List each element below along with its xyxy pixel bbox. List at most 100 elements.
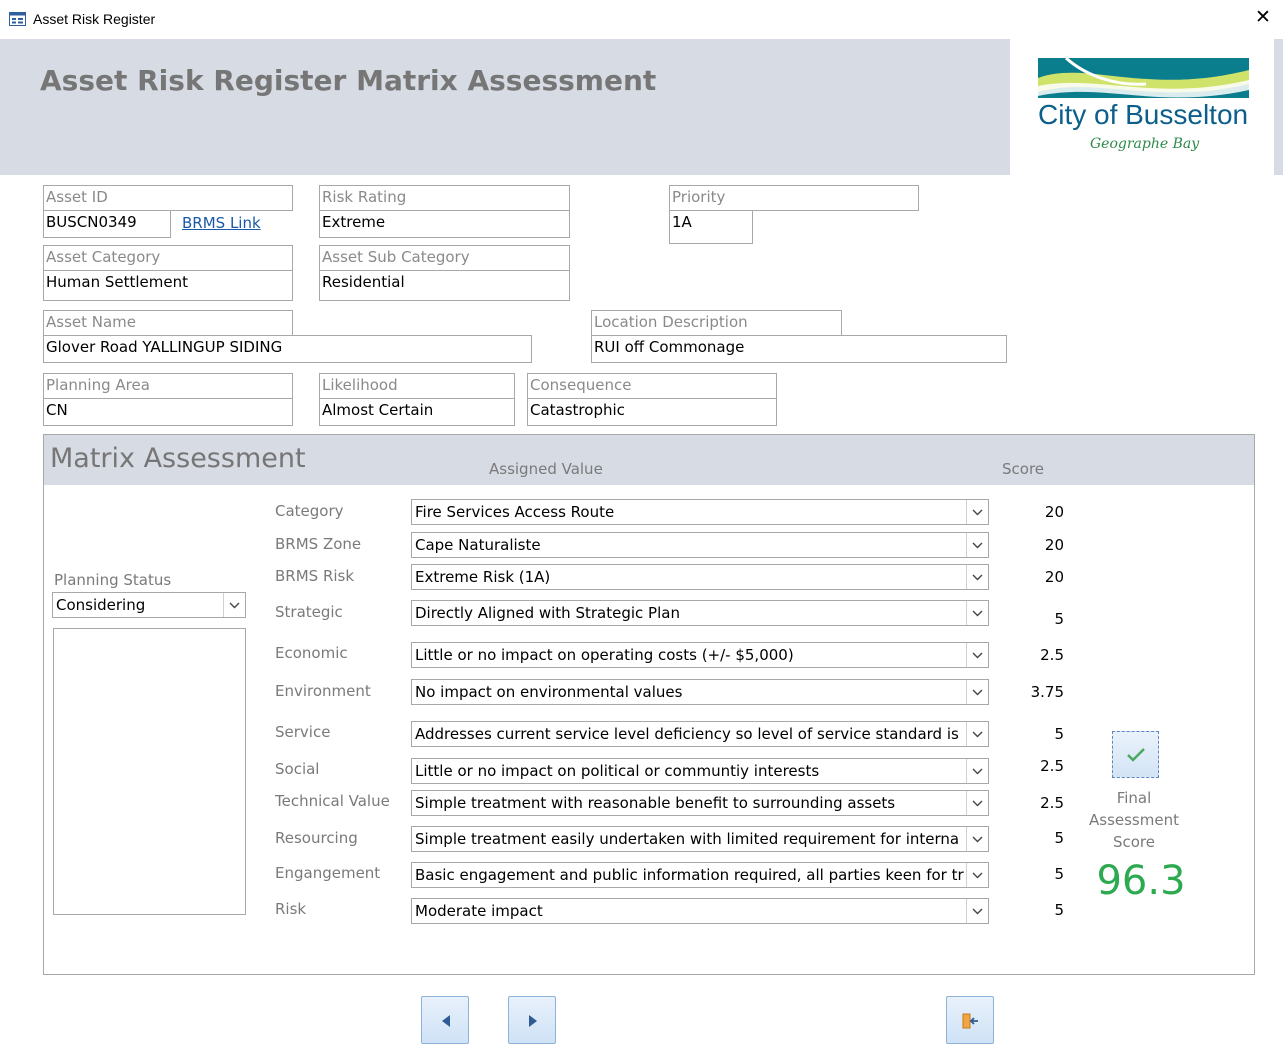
page-title: Asset Risk Register Matrix Assessment <box>40 64 657 97</box>
row-label-brms-zone: BRMS Zone <box>275 535 362 553</box>
chevron-down-icon[interactable] <box>966 565 988 589</box>
chevron-down-icon[interactable] <box>966 500 988 524</box>
chevron-down-icon[interactable] <box>966 791 988 815</box>
likelihood-field[interactable]: Almost Certain <box>319 398 515 426</box>
likelihood-label: Likelihood <box>319 373 515 399</box>
chevron-down-icon[interactable] <box>966 643 988 667</box>
score-category: 20 <box>1044 503 1064 521</box>
triangle-left-icon <box>442 1015 450 1027</box>
row-label-service: Service <box>275 723 331 741</box>
planning-status-select[interactable]: Considering <box>52 592 246 618</box>
matrix-title: Matrix Assessment <box>50 443 306 474</box>
strategic-value: Directly Aligned with Strategic Plan <box>415 604 680 622</box>
score-resourcing: 5 <box>1054 829 1064 847</box>
chevron-down-icon[interactable] <box>966 827 988 851</box>
risk-rating-field[interactable]: Extreme <box>319 210 570 238</box>
window-title: Asset Risk Register <box>33 11 156 27</box>
priority-label: Priority <box>669 185 919 211</box>
consequence-label: Consequence <box>527 373 777 399</box>
logo: City of Busselton Geographe Bay <box>1010 39 1274 175</box>
resourcing-value: Simple treatment easily undertaken with … <box>415 830 960 848</box>
score-social: 2.5 <box>1040 757 1064 775</box>
row-label-social: Social <box>275 760 320 778</box>
risk-select[interactable]: Moderate impact <box>411 898 989 924</box>
category-select[interactable]: Fire Services Access Route <box>411 499 989 525</box>
brms-link[interactable]: BRMS Link <box>182 214 261 232</box>
row-label-strategic: Strategic <box>275 603 343 621</box>
resourcing-select[interactable]: Simple treatment easily undertaken with … <box>411 826 989 852</box>
technical-value-select[interactable]: Simple treatment with reasonable benefit… <box>411 790 989 816</box>
asset-category-field[interactable]: Human Settlement <box>43 270 293 301</box>
window-title-bar <box>0 0 1283 39</box>
economic-select[interactable]: Little or no impact on operating costs (… <box>411 642 989 668</box>
brms-zone-select[interactable]: Cape Naturaliste <box>411 532 989 558</box>
chevron-down-icon[interactable] <box>966 759 988 783</box>
score-header: Score <box>1002 460 1045 478</box>
row-label-category: Category <box>275 502 344 520</box>
chevron-down-icon[interactable] <box>966 533 988 557</box>
row-label-resourcing: Resourcing <box>275 829 358 847</box>
row-label-brms-risk: BRMS Risk <box>275 567 355 585</box>
risk-rating-label: Risk Rating <box>319 185 570 211</box>
chevron-down-icon[interactable] <box>966 601 988 625</box>
service-value: Addresses current service level deficien… <box>415 725 964 743</box>
asset-name-label: Asset Name <box>43 310 293 336</box>
planning-notes-textbox[interactable] <box>53 628 246 915</box>
final-label-line: Assessment <box>1089 811 1179 829</box>
logo-text: City of Busselton <box>1038 99 1249 130</box>
environment-value: No impact on environmental values <box>415 683 683 701</box>
row-label-environment: Environment <box>275 682 371 700</box>
chevron-down-icon[interactable] <box>966 899 988 923</box>
exit-button[interactable] <box>946 996 994 1044</box>
asset-category-label: Asset Category <box>43 245 293 271</box>
next-record-button[interactable] <box>508 996 556 1044</box>
social-value: Little or no impact on political or comm… <box>415 762 820 780</box>
location-description-field[interactable]: RUI off Commonage <box>591 335 1007 363</box>
exit-door-icon <box>962 1013 978 1029</box>
priority-field[interactable]: 1A <box>669 210 753 244</box>
row-label-engangement: Engangement <box>275 864 381 882</box>
social-select[interactable]: Little or no impact on political or comm… <box>411 758 989 784</box>
score-service: 5 <box>1054 725 1064 743</box>
score-brms-zone: 20 <box>1044 536 1064 554</box>
final-label-line: Score <box>1112 833 1155 851</box>
score-economic: 2.5 <box>1040 646 1064 664</box>
category-value: Fire Services Access Route <box>415 503 615 521</box>
service-select[interactable]: Addresses current service level deficien… <box>411 721 989 747</box>
chevron-down-icon[interactable] <box>223 593 245 617</box>
asset-name-field[interactable]: Glover Road YALLINGUP SIDING <box>43 335 532 363</box>
planning-status-value: Considering <box>56 596 146 614</box>
consequence-field[interactable]: Catastrophic <box>527 398 777 426</box>
location-description-label: Location Description <box>591 310 842 336</box>
score-technical-value: 2.5 <box>1040 794 1064 812</box>
final-assessment-score: 96.3 <box>1096 858 1186 904</box>
score-engangement: 5 <box>1054 865 1064 883</box>
chevron-down-icon[interactable] <box>966 680 988 704</box>
asset-id-label: Asset ID <box>43 185 293 211</box>
chevron-down-icon[interactable] <box>966 722 988 746</box>
row-label-risk: Risk <box>275 900 307 918</box>
final-assessment-label: Final Assessment Score <box>1078 787 1190 853</box>
environment-select[interactable]: No impact on environmental values <box>411 679 989 705</box>
asset-sub-category-field[interactable]: Residential <box>319 270 570 301</box>
header-edge <box>1274 39 1283 175</box>
brms-risk-select[interactable]: Extreme Risk (1A) <box>411 564 989 590</box>
checkmark-icon[interactable] <box>1112 731 1159 778</box>
logo-tagline: Geographe Bay <box>1090 136 1200 152</box>
assigned-value-header: Assigned Value <box>489 460 603 478</box>
economic-value: Little or no impact on operating costs (… <box>415 646 794 664</box>
planning-area-field[interactable]: CN <box>43 398 293 426</box>
asset-id-field[interactable]: BUSCN0349 <box>43 210 171 238</box>
brms-zone-value: Cape Naturaliste <box>415 536 541 554</box>
brms-risk-value: Extreme Risk (1A) <box>415 568 551 586</box>
previous-record-button[interactable] <box>421 996 469 1044</box>
planning-status-label: Planning Status <box>54 571 172 589</box>
close-icon[interactable]: ✕ <box>1255 8 1271 27</box>
chevron-down-icon[interactable] <box>966 863 988 887</box>
form-header <box>0 39 1010 175</box>
engangement-select[interactable]: Basic engagement and public information … <box>411 862 989 888</box>
score-environment: 3.75 <box>1030 683 1064 701</box>
score-risk: 5 <box>1054 901 1064 919</box>
engangement-value: Basic engagement and public information … <box>415 866 964 884</box>
strategic-select[interactable]: Directly Aligned with Strategic Plan <box>411 600 989 626</box>
